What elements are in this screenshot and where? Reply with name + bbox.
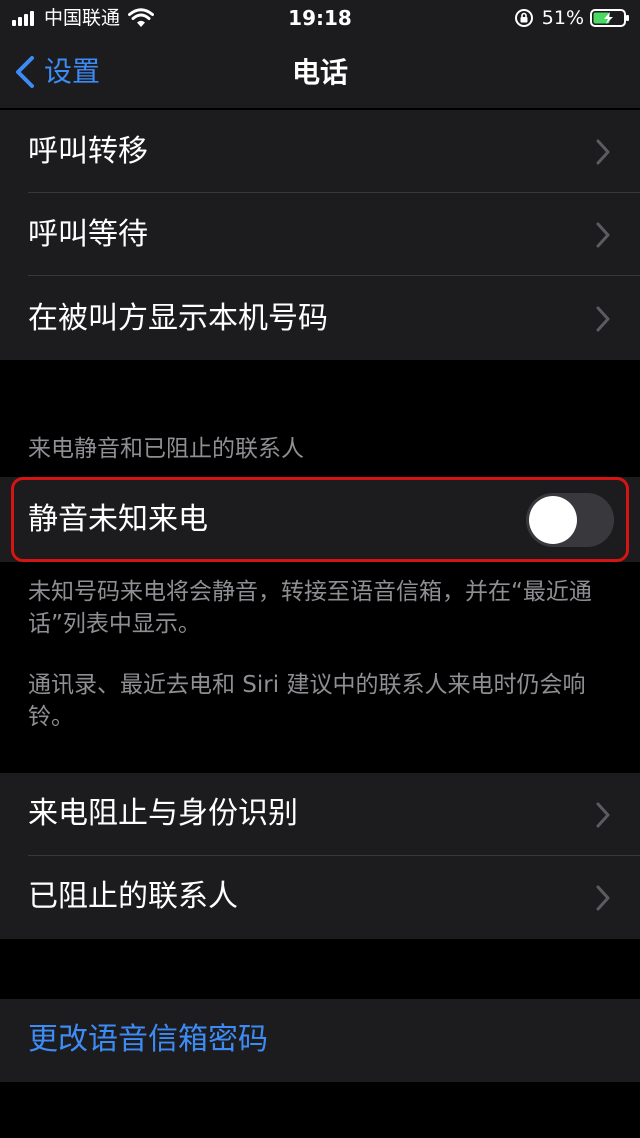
chevron-right-icon [596,222,610,248]
section-header-silence: 来电静音和已阻止的联系人 [28,436,304,462]
battery-percent: 51% [541,7,584,29]
status-bar: 中国联通 19:18 51% [0,0,640,36]
page-title: 电话 [291,56,348,89]
row-label: 来电阻止与身份识别 [28,796,298,831]
navigation-bar: 设置 电话 [0,36,640,108]
siri-contacts-description: 通讯录、最近去电和 Siri 建议中的联系人来电时仍会响铃。 [28,672,586,730]
highlight-box [11,477,629,562]
rotation-lock-icon [514,9,533,27]
row-blocked-contacts[interactable]: 已阻止的联系人 [0,856,640,939]
row-call-waiting[interactable]: 呼叫等待 [0,193,640,276]
row-show-caller-id[interactable]: 在被叫方显示本机号码 [0,277,640,360]
voicemail-group: 更改语音信箱密码 [0,999,640,1082]
row-label: 呼叫等待 [28,217,148,252]
chevron-right-icon [596,802,610,828]
chevron-right-icon [596,139,610,165]
battery-charging-icon [590,9,629,27]
row-call-blocking-identification[interactable]: 来电阻止与身份识别 [0,773,640,856]
row-label: 更改语音信箱密码 [28,1022,268,1057]
row-label: 在被叫方显示本机号码 [28,301,328,336]
status-right: 51% [514,7,630,29]
row-label: 已阻止的联系人 [28,879,238,914]
divider [28,275,640,276]
row-call-forwarding[interactable]: 呼叫转移 [0,110,640,193]
chevron-right-icon [596,885,610,911]
silence-description: 未知号码来电将会静音，转接至语音信箱，并在“最近通话”列表中显示。 [28,579,592,637]
blocking-group: 来电阻止与身份识别 已阻止的联系人 [0,773,640,939]
change-voicemail-password-button[interactable]: 更改语音信箱密码 [0,999,640,1082]
row-label: 呼叫转移 [28,134,148,169]
chevron-right-icon [596,306,610,332]
call-settings-group: 呼叫转移 呼叫等待 在被叫方显示本机号码 [0,110,640,360]
